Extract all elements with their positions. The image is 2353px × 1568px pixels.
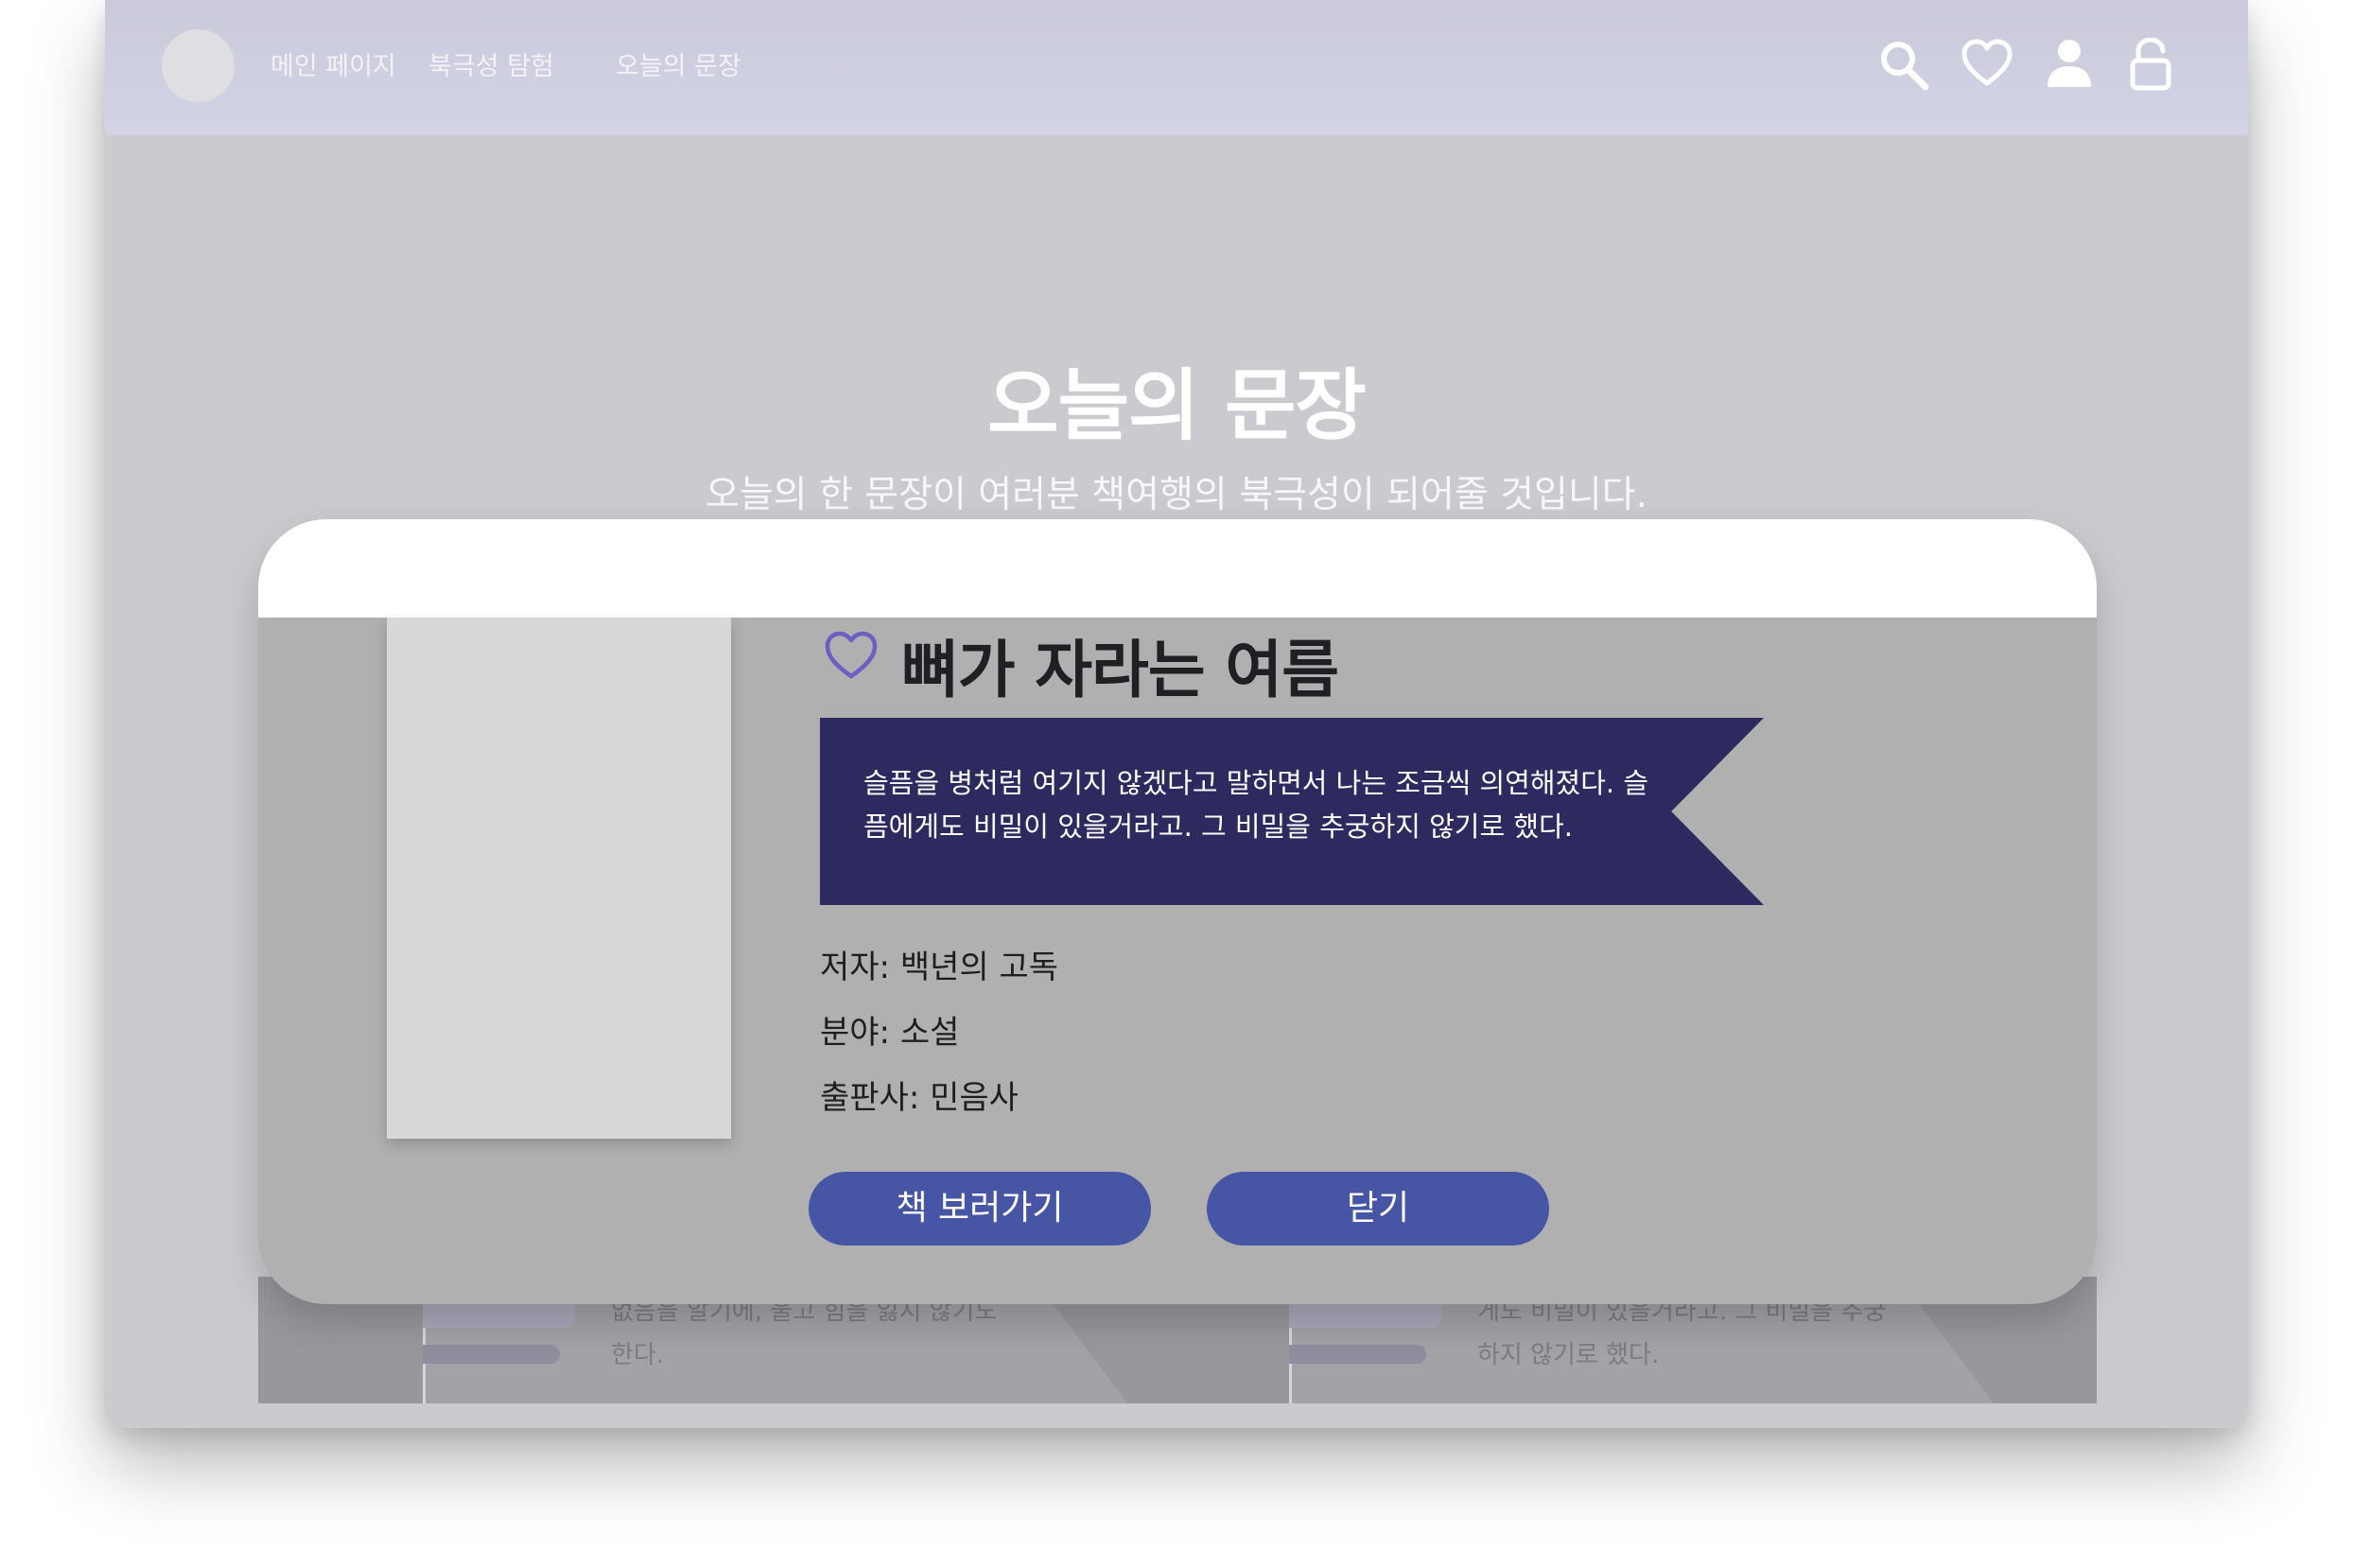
- card-decoration: [1289, 1345, 1426, 1364]
- heart-icon[interactable]: [1961, 38, 2013, 91]
- logo[interactable]: [162, 29, 235, 102]
- browser-window: 메인 페이지 북극성 탐험 오늘의 문장 오늘의 문장 오늘의 한 문장이 여러…: [105, 0, 2248, 1428]
- book-title: 뼈가 자라는 여름: [901, 634, 1339, 706]
- page-subtitle: 오늘의 한 문장이 여러분 책여행의 북극성이 되어줄 것입니다.: [705, 474, 1648, 516]
- book-cover-image: [387, 618, 731, 1139]
- nav-link-main[interactable]: 메인 페이지: [270, 45, 396, 82]
- search-icon[interactable]: [1878, 38, 1929, 91]
- nav-link-today-sentence[interactable]: 오늘의 문장: [616, 45, 741, 82]
- close-button[interactable]: 닫기: [1207, 1172, 1549, 1246]
- card-decoration: [423, 1345, 560, 1364]
- book-publisher: 출판사: 민음사: [820, 1079, 1019, 1117]
- modal-header: [258, 519, 2097, 618]
- heart-icon[interactable]: [824, 629, 879, 684]
- quote-banner: 슬픔을 병처럼 여기지 않겠다고 말하면서 나는 조금씩 의연해졌다. 슬픔에게…: [820, 718, 1764, 905]
- quote-text: 슬픔을 병처럼 여기지 않겠다고 말하면서 나는 조금씩 의연해졌다. 슬픔에게…: [863, 767, 1649, 843]
- user-icon[interactable]: [2044, 38, 2095, 91]
- nav-link-explore[interactable]: 북극성 탐험: [428, 45, 554, 82]
- book-detail-modal: 뼈가 자라는 여름 슬픔을 병처럼 여기지 않겠다고 말하면서 나는 조금씩 의…: [258, 519, 2097, 1304]
- page-title: 오늘의 문장: [987, 361, 1367, 451]
- top-navbar: 메인 페이지 북극성 탐험 오늘의 문장: [105, 0, 2248, 135]
- view-book-button[interactable]: 책 보러가기: [809, 1172, 1151, 1246]
- book-author: 저자: 백년의 고독: [820, 949, 1059, 986]
- unlock-icon[interactable]: [2125, 37, 2176, 91]
- book-genre: 분야: 소설: [820, 1014, 960, 1052]
